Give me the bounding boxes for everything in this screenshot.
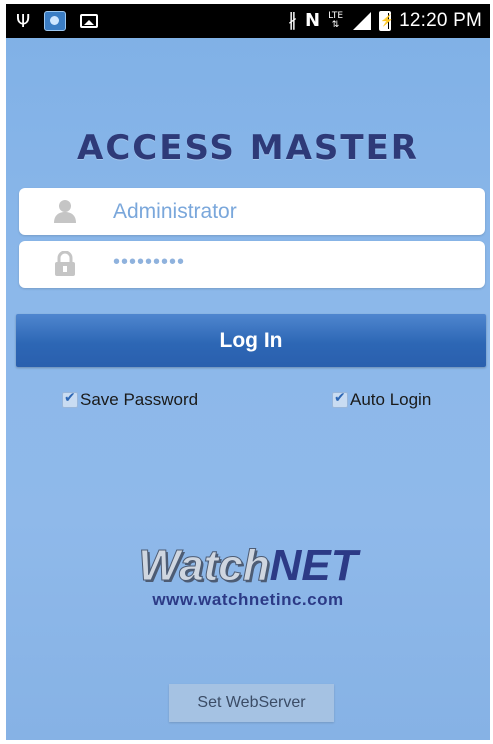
nfc-icon: N bbox=[305, 10, 321, 31]
app-notification-icon bbox=[44, 11, 67, 31]
auto-login-checkbox[interactable]: Auto Login bbox=[332, 390, 431, 410]
password-field[interactable]: ••••••••• bbox=[19, 241, 485, 288]
logo-net-text: NET bbox=[269, 541, 358, 590]
logo-watch-text: Watch bbox=[138, 541, 270, 590]
username-value: Administrator bbox=[113, 200, 237, 223]
lte-label: LTE bbox=[328, 11, 344, 21]
status-bar: Ψ ∦ N LTE⇅ 12:20 PM bbox=[6, 4, 490, 38]
lock-icon bbox=[55, 251, 75, 276]
save-password-checkbox[interactable]: Save Password bbox=[62, 390, 198, 410]
image-icon bbox=[80, 14, 99, 28]
signal-icon bbox=[351, 12, 372, 30]
save-password-label: Save Password bbox=[80, 390, 199, 409]
bluetooth-icon: ∦ bbox=[288, 10, 298, 31]
user-icon bbox=[54, 200, 76, 223]
checkbox-checked-icon bbox=[332, 390, 348, 408]
app-title: ACCESS MASTER bbox=[77, 128, 419, 168]
username-field[interactable]: Administrator bbox=[19, 188, 485, 235]
password-value: ••••••••• bbox=[113, 251, 186, 273]
status-time: 12:20 PM bbox=[399, 10, 482, 31]
watchnet-logo: WatchNET www.watchnetinc.com bbox=[6, 541, 490, 610]
usb-icon: Ψ bbox=[16, 10, 31, 32]
checkbox-checked-icon bbox=[62, 390, 78, 408]
brand-url: www.watchnetinc.com bbox=[152, 590, 344, 609]
set-webserver-button[interactable]: Set WebServer bbox=[169, 684, 334, 722]
battery-icon bbox=[379, 11, 392, 31]
auto-login-label: Auto Login bbox=[350, 390, 432, 409]
login-button[interactable]: Log In bbox=[16, 314, 486, 367]
app-screen: Ψ ∦ N LTE⇅ 12:20 PM ACCESS MASTER Admini… bbox=[6, 4, 490, 740]
lte-icon: LTE ⇅ bbox=[328, 11, 344, 30]
